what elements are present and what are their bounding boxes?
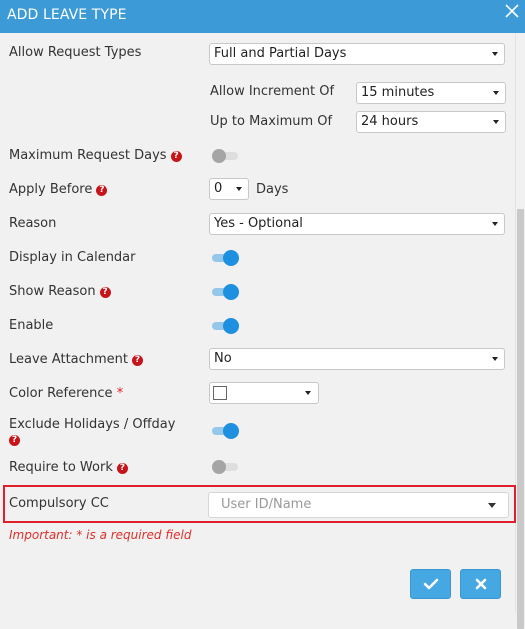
color-swatch [213, 386, 227, 400]
display-in-calendar-label: Display in Calendar [9, 250, 136, 265]
help-icon[interactable]: ? [170, 151, 182, 162]
dialog-title: ADD LEAVE TYPE [7, 7, 127, 23]
chevron-down-icon [492, 52, 498, 56]
toggle-knob [212, 460, 226, 474]
chevron-down-icon [493, 120, 499, 124]
check-icon [423, 578, 439, 590]
color-reference-label: Color Reference * [9, 386, 123, 401]
cancel-button[interactable] [460, 569, 501, 599]
required-field-note: Important: * is a required field [9, 528, 192, 542]
help-icon[interactable]: ? [9, 435, 20, 446]
close-icon[interactable] [503, 2, 521, 20]
chevron-down-icon [493, 91, 499, 95]
chevron-down-icon [236, 187, 242, 191]
compulsory-cc-select[interactable]: User ID/Name [208, 492, 509, 518]
help-icon[interactable]: ? [99, 287, 111, 298]
display-in-calendar-toggle[interactable] [212, 250, 240, 266]
apply-before-select[interactable]: 0 [209, 178, 249, 200]
maximum-request-days-text: Maximum Request Days [9, 148, 167, 163]
enable-label: Enable [9, 318, 54, 333]
show-reason-label: Show Reason? [9, 284, 111, 299]
leave-attachment-label: Leave Attachment? [9, 352, 144, 367]
reason-label: Reason [9, 216, 57, 231]
exclude-holidays-text: Exclude Holidays / Offday [9, 417, 176, 432]
show-reason-text: Show Reason [9, 284, 96, 299]
dialog-header: ADD LEAVE TYPE [0, 0, 525, 33]
up-to-maximum-select[interactable]: 24 hours [356, 111, 506, 133]
color-reference-text: Color Reference [9, 386, 113, 401]
toggle-knob [223, 250, 239, 266]
allow-request-types-label: Allow Request Types [9, 45, 142, 60]
allow-increment-value: 15 minutes [361, 85, 435, 100]
scrollbar[interactable] [515, 33, 525, 629]
color-reference-picker[interactable] [209, 382, 319, 404]
required-mark: * [116, 386, 124, 401]
reason-select[interactable]: Yes - Optional [209, 213, 505, 235]
reason-value: Yes - Optional [214, 216, 303, 231]
leave-attachment-select[interactable]: No [209, 348, 505, 370]
maximum-request-days-toggle[interactable] [212, 148, 240, 164]
require-to-work-toggle[interactable] [212, 459, 240, 475]
require-to-work-label: Require to Work? [9, 460, 128, 475]
up-to-maximum-value: 24 hours [361, 114, 419, 129]
chevron-down-icon [305, 391, 311, 395]
apply-before-label: Apply Before? [9, 182, 108, 197]
toggle-knob [223, 423, 239, 439]
require-to-work-text: Require to Work [9, 460, 113, 475]
maximum-request-days-label: Maximum Request Days? [9, 148, 182, 163]
enable-toggle[interactable] [212, 318, 240, 334]
compulsory-cc-label: Compulsory CC [9, 496, 109, 511]
chevron-down-icon [492, 222, 498, 226]
exclude-holidays-label: Exclude Holidays / Offday ? [9, 417, 175, 447]
apply-before-text: Apply Before [9, 182, 93, 197]
leave-attachment-value: No [214, 351, 232, 366]
allow-increment-label: Allow Increment Of [210, 84, 335, 99]
confirm-button[interactable] [410, 569, 451, 599]
close-icon [475, 578, 487, 590]
leave-attachment-text: Leave Attachment [9, 352, 129, 367]
chevron-down-icon [492, 357, 498, 361]
up-to-maximum-label: Up to Maximum Of [210, 114, 333, 129]
chevron-down-icon [488, 503, 496, 508]
toggle-knob [223, 284, 239, 300]
allow-request-types-select[interactable]: Full and Partial Days [209, 43, 505, 65]
scrollbar-thumb[interactable] [517, 209, 524, 629]
apply-before-unit: Days [256, 182, 289, 197]
exclude-holidays-toggle[interactable] [212, 423, 240, 439]
apply-before-value: 0 [214, 181, 223, 196]
allow-increment-select[interactable]: 15 minutes [356, 82, 506, 104]
help-icon[interactable]: ? [96, 185, 108, 196]
help-icon[interactable]: ? [116, 463, 128, 474]
show-reason-toggle[interactable] [212, 284, 240, 300]
allow-request-types-value: Full and Partial Days [214, 46, 347, 61]
toggle-knob [223, 318, 239, 334]
toggle-knob [212, 149, 226, 163]
help-icon[interactable]: ? [132, 355, 144, 366]
compulsory-cc-placeholder: User ID/Name [221, 497, 312, 512]
